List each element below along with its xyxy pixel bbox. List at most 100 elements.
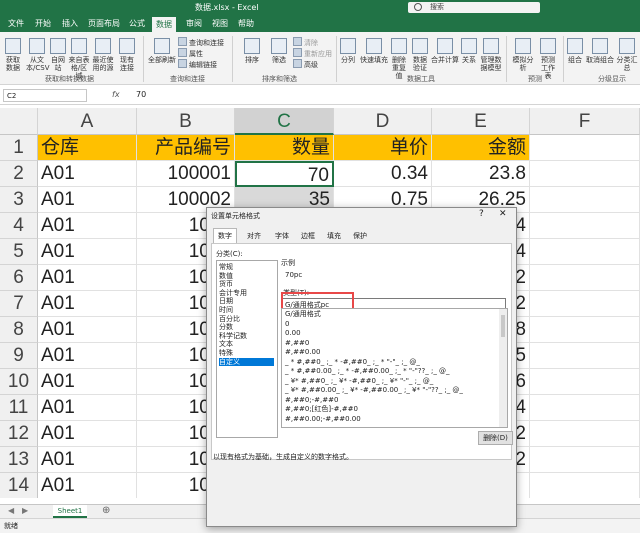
row-header[interactable]: 11 <box>0 395 38 421</box>
tab-insert[interactable]: 插入 <box>62 18 78 29</box>
remove-duplicates-button[interactable]: 删除重复值 <box>389 38 409 80</box>
what-if-button[interactable]: 模拟分析 <box>510 38 536 72</box>
ungroup-button[interactable]: 取消组合 <box>586 38 614 64</box>
data-model-button[interactable]: 管理数据模型 <box>480 38 502 72</box>
data-cell[interactable] <box>530 161 640 187</box>
column-header-b[interactable]: B <box>137 108 235 135</box>
data-cell[interactable]: A01 <box>38 239 137 265</box>
tab-data[interactable]: 数据 <box>152 17 176 32</box>
next-sheet-icon[interactable]: ▶ <box>22 506 28 515</box>
advanced-filter-button[interactable]: 高级 <box>293 59 318 70</box>
column-header-e[interactable]: E <box>432 108 530 135</box>
row-header[interactable]: 1 <box>0 135 38 161</box>
sheet-tab-sheet1[interactable]: Sheet1 <box>53 505 87 518</box>
row-header[interactable]: 6 <box>0 265 38 291</box>
refresh-all-button[interactable]: 全部刷新 <box>148 38 176 64</box>
row-header[interactable]: 3 <box>0 187 38 213</box>
reapply-button[interactable]: 重新应用 <box>293 48 332 59</box>
data-cell[interactable] <box>530 395 640 421</box>
data-cell[interactable]: 0.34 <box>334 161 432 187</box>
row-header[interactable]: 10 <box>0 369 38 395</box>
data-cell[interactable] <box>530 421 640 447</box>
tab-protection[interactable]: 保护 <box>353 229 367 243</box>
data-cell[interactable] <box>530 291 640 317</box>
queries-connections-button[interactable]: 查询和连接 <box>178 37 224 48</box>
row-header[interactable]: 2 <box>0 161 38 187</box>
format-code-item[interactable]: 0.00 <box>285 329 301 338</box>
header-cell[interactable]: 单价 <box>334 135 432 161</box>
data-cell[interactable]: A01 <box>38 343 137 369</box>
tab-review[interactable]: 审阅 <box>186 18 202 29</box>
data-cell[interactable] <box>530 473 640 498</box>
row-header[interactable]: 4 <box>0 213 38 239</box>
tab-help[interactable]: 帮助 <box>238 18 254 29</box>
row-header[interactable]: 5 <box>0 239 38 265</box>
data-cell[interactable]: A01 <box>38 395 137 421</box>
name-box[interactable]: C2 <box>3 89 87 102</box>
tab-alignment[interactable]: 对齐 <box>247 229 261 243</box>
tab-font[interactable]: 字体 <box>275 229 289 243</box>
text-to-columns-button[interactable]: 分列 <box>340 38 356 64</box>
row-header[interactable]: 8 <box>0 317 38 343</box>
data-cell[interactable]: A01 <box>38 161 137 187</box>
tab-home[interactable]: 开始 <box>35 18 51 29</box>
filter-button[interactable]: 筛选 <box>268 38 290 64</box>
data-cell[interactable] <box>530 343 640 369</box>
subtotal-button[interactable]: 分类汇总 <box>615 38 639 72</box>
delete-button[interactable]: 删除(D) <box>478 431 513 445</box>
data-cell[interactable]: 100001 <box>137 161 235 187</box>
tab-fill[interactable]: 填充 <box>327 229 341 243</box>
format-code-item[interactable]: #,##0;-#,##0 <box>285 396 338 405</box>
select-all-corner[interactable] <box>0 108 38 135</box>
tab-number[interactable]: 数字 <box>213 228 237 243</box>
category-item[interactable]: 文本 <box>219 340 274 348</box>
data-cell[interactable] <box>530 265 640 291</box>
data-cell[interactable]: A01 <box>38 421 137 447</box>
row-header[interactable]: 9 <box>0 343 38 369</box>
properties-button[interactable]: 属性 <box>178 48 203 59</box>
data-cell[interactable]: A01 <box>38 291 137 317</box>
data-cell[interactable] <box>530 369 640 395</box>
prev-sheet-icon[interactable]: ◀ <box>8 506 14 515</box>
format-code-item[interactable]: #,##0.00;-#,##0.00 <box>285 415 361 424</box>
fx-icon[interactable]: fx <box>112 90 120 99</box>
category-item[interactable]: 分数 <box>219 323 274 331</box>
format-code-item[interactable]: _ * #,##0.00_ ;_ * -#,##0.00_ ;_ * "-"??… <box>285 367 450 376</box>
column-header-c[interactable]: C <box>235 108 334 135</box>
get-data-button[interactable]: 获取数据 <box>3 38 23 72</box>
add-sheet-icon[interactable]: ⊕ <box>102 505 110 516</box>
header-cell[interactable] <box>530 135 640 161</box>
row-header[interactable]: 14 <box>0 473 38 498</box>
row-header[interactable]: 12 <box>0 421 38 447</box>
sort-button[interactable]: 排序 <box>242 38 262 64</box>
data-cell[interactable]: A01 <box>38 213 137 239</box>
tab-file[interactable]: 文件 <box>8 18 24 29</box>
data-cell[interactable]: 70 <box>235 161 334 187</box>
category-item[interactable]: 数值 <box>219 272 274 280</box>
category-item[interactable]: 时间 <box>219 306 274 314</box>
format-code-item[interactable]: #,##0;[红色]-#,##0 <box>285 405 358 414</box>
data-cell[interactable]: A01 <box>38 317 137 343</box>
format-code-item[interactable]: #,##0.00 <box>285 348 320 357</box>
tab-border[interactable]: 边框 <box>301 229 315 243</box>
header-cell[interactable]: 金额 <box>432 135 530 161</box>
format-code-item[interactable]: _ ¥* #,##0_ ;_ ¥* -#,##0_ ;_ ¥* "-"_ ;_ … <box>285 377 433 386</box>
edit-links-button[interactable]: 编辑链接 <box>178 59 217 70</box>
category-item[interactable]: 日期 <box>219 297 274 305</box>
format-code-list[interactable]: G/通用格式 0 0.00 #,##0 #,##0.00 _ * #,##0_ ;_ * … <box>281 308 508 428</box>
data-cell[interactable] <box>530 187 640 213</box>
tab-page-layout[interactable]: 页面布局 <box>88 18 120 29</box>
data-cell[interactable] <box>530 447 640 473</box>
format-code-item[interactable]: G/通用格式 <box>285 310 321 319</box>
column-header-d[interactable]: D <box>334 108 432 135</box>
from-text-button[interactable]: 从文本/CSV <box>26 38 49 72</box>
column-header-f[interactable]: F <box>530 108 640 135</box>
data-cell[interactable] <box>530 239 640 265</box>
scrollbar-thumb[interactable] <box>501 315 505 337</box>
header-cell[interactable]: 产品编号 <box>137 135 235 161</box>
flash-fill-button[interactable]: 快速填充 <box>360 38 388 64</box>
category-list[interactable]: 常规 数值 货币 会计专用 日期 时间 百分比 分数 科学记数 文本 特殊 自定义 <box>216 260 278 438</box>
data-cell[interactable]: 23.8 <box>432 161 530 187</box>
category-item[interactable]: 常规 <box>219 263 274 271</box>
category-item[interactable]: 特殊 <box>219 349 274 357</box>
